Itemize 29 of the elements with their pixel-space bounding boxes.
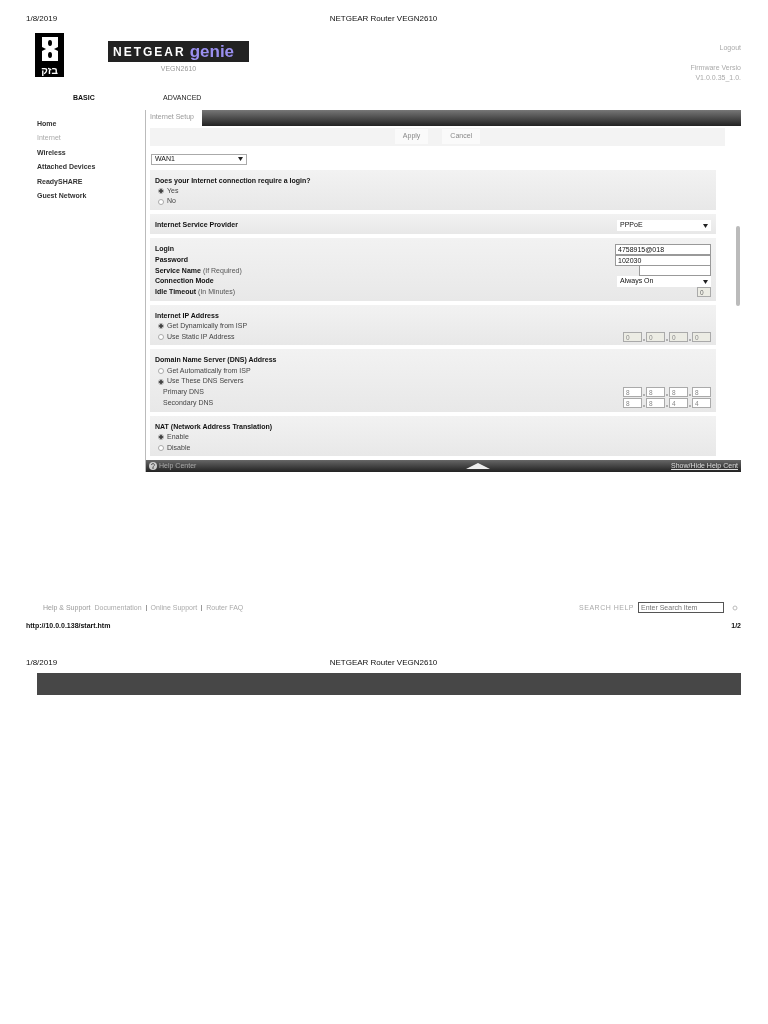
radio-button[interactable] [158, 434, 164, 441]
caret-icon [703, 223, 708, 228]
separator-dot [689, 405, 691, 408]
operator-logo: בזק [35, 33, 64, 77]
print-date: 1/8/2019 [26, 13, 59, 25]
search-icon[interactable] [732, 604, 738, 611]
radio-button[interactable] [158, 444, 164, 451]
caret-icon [703, 279, 708, 284]
separator-dot [666, 339, 668, 342]
print-title: NETGEAR Router VEGN2610 [329, 657, 438, 667]
input-field[interactable] [639, 265, 711, 277]
radio-button[interactable] [158, 367, 164, 374]
separator-dot [666, 405, 668, 408]
print-title: NETGEAR Router VEGN2610 [329, 14, 438, 23]
separator-dot [643, 394, 645, 397]
separator-dot [666, 394, 668, 397]
product-logo: NETGEAR genie [108, 41, 249, 62]
print-date: 1/8/2019 [26, 656, 59, 669]
separator-dot [689, 339, 691, 342]
radio-button[interactable] [158, 378, 164, 385]
expand-arrow-icon[interactable] [466, 463, 491, 470]
radio-button[interactable] [158, 198, 164, 205]
radio-button[interactable] [158, 187, 164, 194]
separator-dot [643, 405, 645, 408]
separator-dot [643, 339, 645, 342]
separator-dot [689, 394, 691, 397]
radio-button[interactable] [158, 323, 164, 330]
help-icon [149, 462, 157, 471]
caret-icon [238, 157, 243, 161]
